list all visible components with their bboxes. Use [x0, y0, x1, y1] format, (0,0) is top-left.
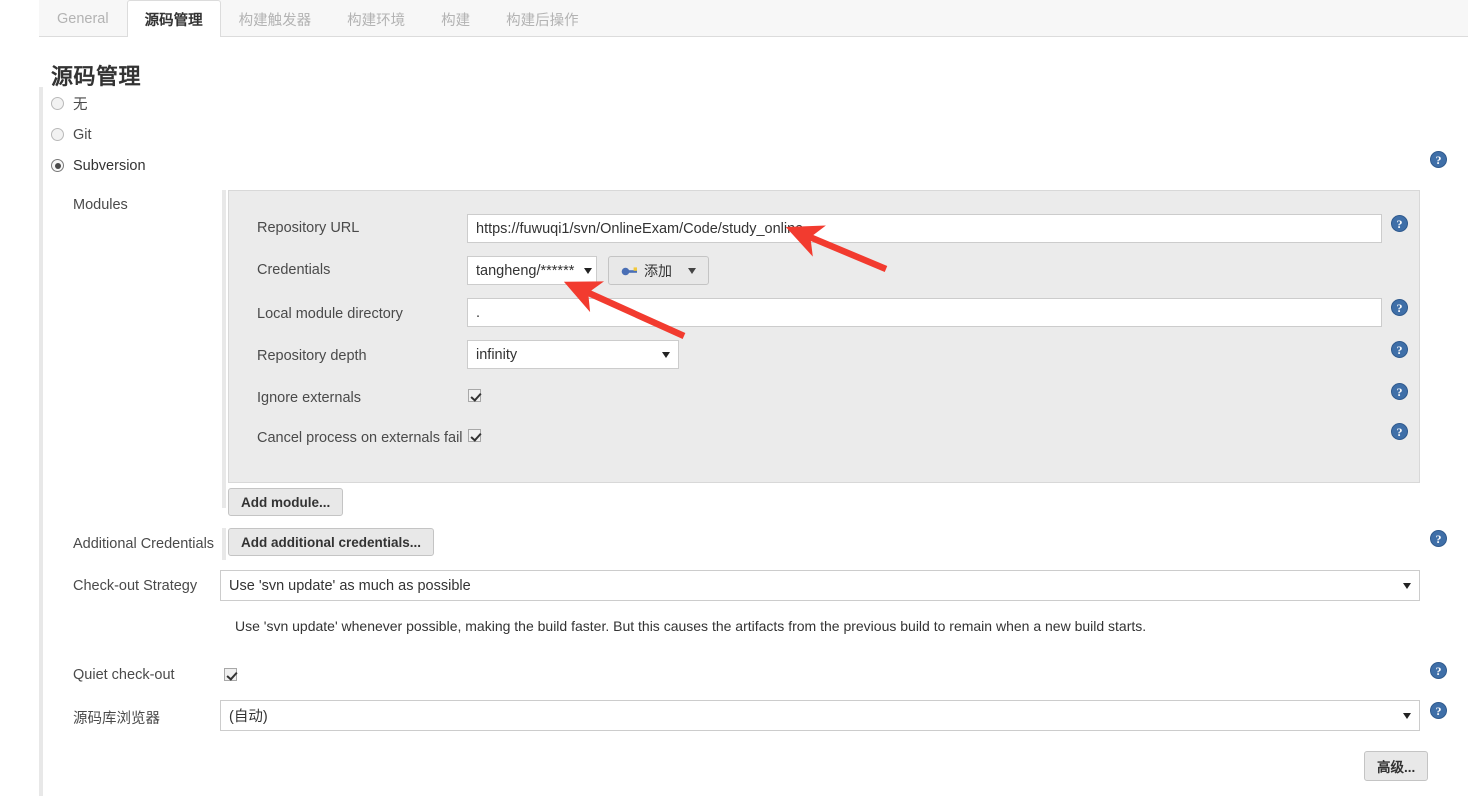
local-module-directory-input[interactable]: .: [467, 298, 1382, 327]
cancel-process-externals-label: Cancel process on externals fail: [257, 430, 463, 446]
local-module-directory-label: Local module directory: [257, 306, 403, 322]
tab-4[interactable]: 构建: [423, 0, 488, 37]
quiet-checkout-checkbox[interactable]: [224, 668, 237, 681]
repository-browser-value: (自动): [229, 709, 268, 725]
help-icon-additional-credentials[interactable]: ?: [1430, 530, 1447, 547]
credentials-label: Credentials: [257, 262, 331, 278]
scm-option-subversion[interactable]: Subversion: [51, 150, 1451, 181]
ignore-externals-label: Ignore externals: [257, 390, 361, 406]
tab-label: 构建环境: [347, 12, 406, 29]
repository-depth-label: Repository depth: [257, 348, 367, 364]
scm-option-none-label: 无: [73, 97, 88, 113]
help-icon-subversion[interactable]: ?: [1430, 151, 1447, 168]
add-module-button[interactable]: Add module...: [228, 488, 344, 516]
repository-depth-select[interactable]: infinity: [467, 340, 679, 369]
page-title: 源码管理: [51, 63, 142, 89]
tab-label: 构建触发器: [238, 12, 312, 29]
help-icon-repository-depth[interactable]: ?: [1391, 341, 1408, 358]
tab-3[interactable]: 构建环境: [329, 0, 423, 37]
credentials-select-value: tangheng/******: [476, 262, 575, 279]
section-rail: [39, 87, 43, 796]
modules-rail: [222, 190, 226, 508]
tab-0[interactable]: General: [39, 0, 127, 37]
scm-option-git-label: Git: [73, 126, 92, 143]
scm-type-radio-group: 无 Git Subversion: [51, 88, 1451, 181]
config-tab-bar: General 源码管理 构建触发器 构建环境 构建 构建后操作: [39, 0, 1468, 38]
additional-credentials-rail: [222, 528, 226, 560]
repository-url-label: Repository URL: [257, 220, 360, 236]
chevron-down-icon-repository-browser: [1403, 712, 1411, 719]
chevron-down-icon-add-credentials: [688, 267, 696, 274]
tab-2[interactable]: 构建触发器: [221, 0, 330, 37]
help-icon-local-module-directory[interactable]: ?: [1391, 299, 1408, 316]
chevron-down-icon-repository-depth: [662, 351, 670, 358]
tab-label: 源码管理: [144, 12, 203, 29]
radio-indicator-git: [51, 128, 64, 141]
advanced-button[interactable]: 高级...: [1364, 751, 1429, 781]
tab-label: General: [57, 11, 109, 27]
help-icon-repository-url[interactable]: ?: [1391, 215, 1408, 232]
add-credentials-button[interactable]: 添加: [608, 256, 709, 285]
help-icon-cancel-process-externals[interactable]: ?: [1391, 423, 1408, 440]
scm-option-git[interactable]: Git: [51, 119, 1451, 150]
repository-depth-value: infinity: [476, 346, 518, 363]
tab-label: 构建: [441, 12, 471, 29]
radio-indicator-subversion: [51, 159, 64, 172]
tab-1[interactable]: 源码管理: [126, 0, 221, 38]
add-additional-credentials-button[interactable]: Add additional credentials...: [228, 528, 435, 556]
repository-url-input[interactable]: https://fuwuqi1/svn/OnlineExam/Code/stud…: [467, 214, 1382, 243]
checkout-strategy-value: Use 'svn update' as much as possible: [229, 577, 471, 594]
checkout-strategy-description: Use 'svn update' whenever possible, maki…: [235, 618, 1147, 634]
scm-option-subversion-label: Subversion: [73, 157, 146, 174]
quiet-checkout-label: Quiet check-out: [73, 667, 175, 683]
chevron-down-icon-credentials: [584, 267, 593, 274]
checkout-strategy-select[interactable]: Use 'svn update' as much as possible: [220, 570, 1420, 601]
chevron-down-icon-checkout-strategy: [1403, 582, 1411, 589]
scm-option-none[interactable]: 无: [51, 88, 1451, 119]
jenkins-scm-config-page: General 源码管理 构建触发器 构建环境 构建 构建后操作 源码管理 无 Git S…: [0, 0, 1479, 796]
help-icon-repository-browser[interactable]: ?: [1430, 702, 1447, 719]
help-icon-quiet-checkout[interactable]: ?: [1430, 662, 1447, 679]
cancel-process-externals-checkbox[interactable]: [468, 429, 481, 442]
add-credentials-label: 添加: [644, 262, 672, 279]
scm-content-area: 源码管理 无 Git Subversion ? Modules Reposito…: [39, 37, 1468, 796]
additional-credentials-label: Additional Credentials: [73, 536, 215, 552]
key-icon: [621, 267, 637, 276]
tab-label: 构建后操作: [506, 12, 579, 29]
tab-5[interactable]: 构建后操作: [488, 0, 597, 37]
help-icon-ignore-externals[interactable]: ?: [1391, 383, 1408, 400]
repository-browser-label: 源码库浏览器: [73, 711, 160, 727]
checkout-strategy-label: Check-out Strategy: [73, 578, 198, 594]
modules-section-label: Modules: [73, 197, 128, 213]
ignore-externals-checkbox[interactable]: [468, 389, 481, 402]
repository-browser-select[interactable]: (自动): [220, 700, 1420, 731]
radio-indicator-none: [51, 97, 64, 110]
credentials-select[interactable]: tangheng/******: [467, 256, 597, 285]
